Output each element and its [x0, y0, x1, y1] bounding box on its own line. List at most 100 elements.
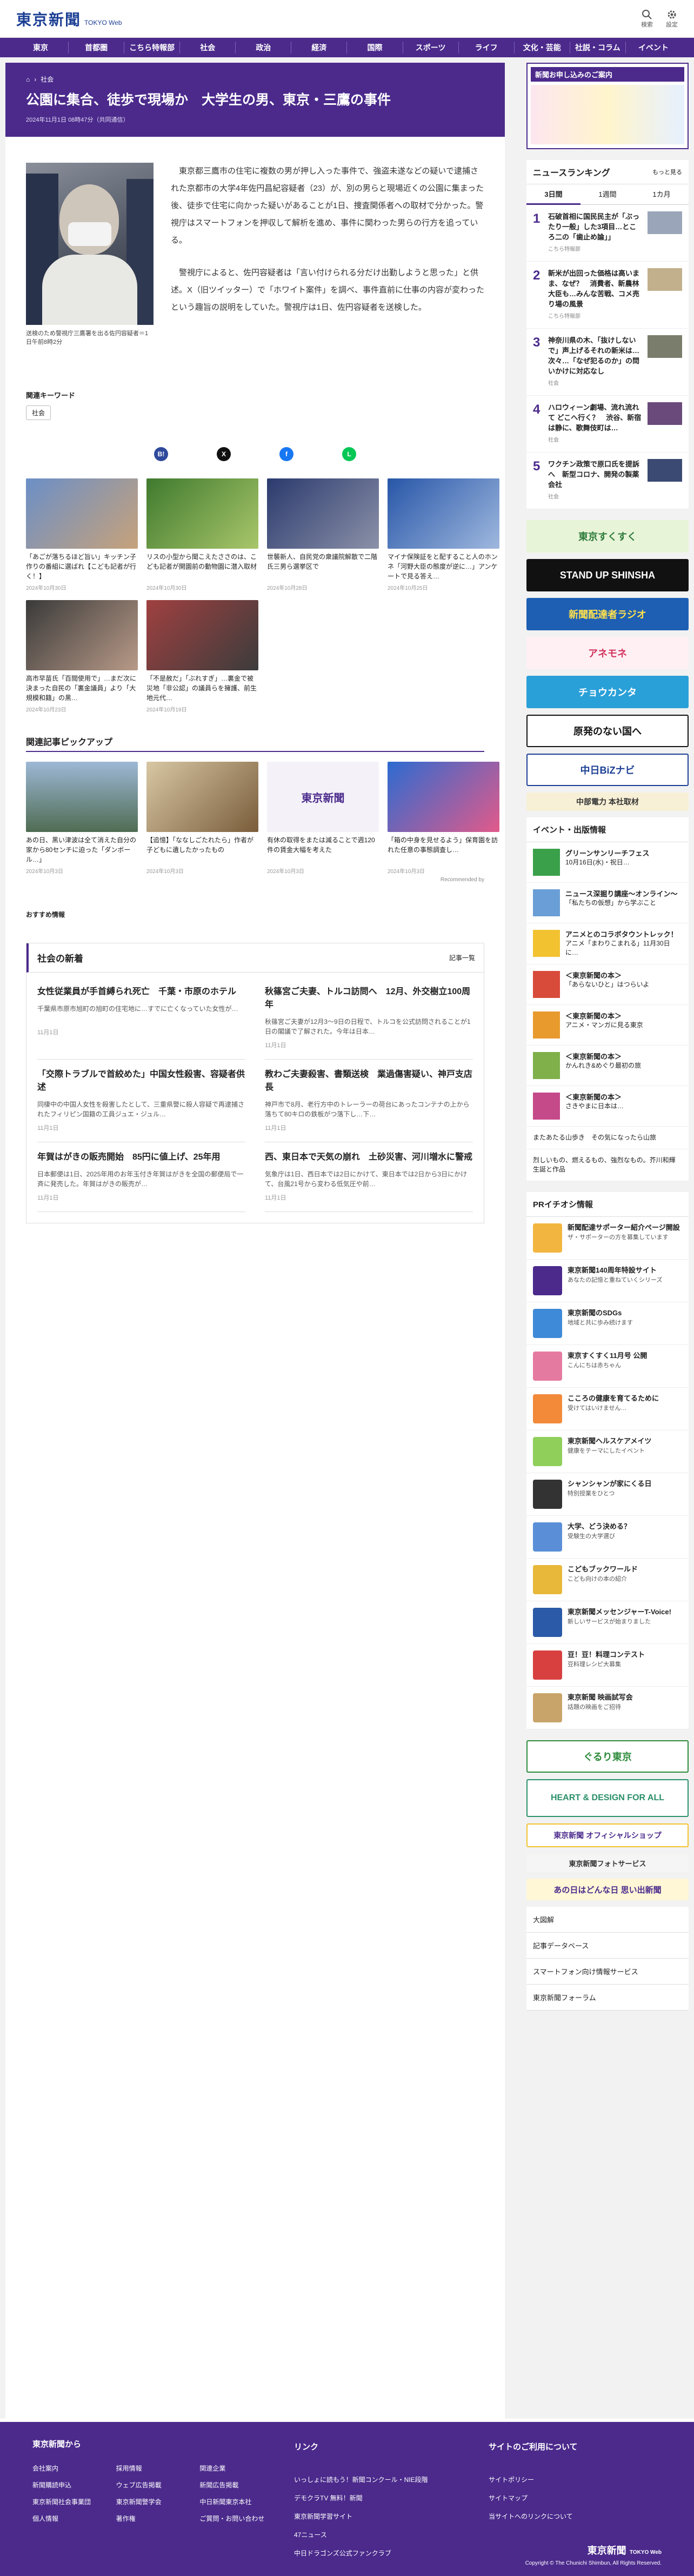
event-item[interactable]: ＜東京新聞の本＞ アニメ・マンガに見る東京 — [526, 1005, 689, 1046]
footer-link[interactable]: 47ニュース — [294, 2526, 467, 2544]
nav-item[interactable]: ライフ — [459, 42, 515, 54]
footer-link[interactable]: デモクラTV 無料！新聞 — [294, 2489, 467, 2507]
ranking-item[interactable]: 4 ハロウィーン劇場、流れ流れて どこへ行く？ 渋谷、新宿は静に、歌舞伎町は… 社会 — [526, 396, 689, 452]
event-item[interactable]: ＜東京新聞の本＞ 「あらないひと」はつらいよ — [526, 964, 689, 1005]
event-link[interactable]: 烈しいもの、燃えるもの、強烈なもの。芥川和輝 生誕と作品 — [526, 1149, 689, 1181]
footer-link[interactable]: 関連企業 — [199, 2464, 272, 2473]
footer-link[interactable]: 東京新聞警学会 — [116, 2497, 189, 2506]
footer-link[interactable]: いっしょに読もう！新聞コンクール・NIE段階 — [294, 2471, 467, 2489]
ranking-item[interactable]: 5 ワクチン政策で原口氏を提訴へ 新型コロナ、開発の製薬会社 社会 — [526, 452, 689, 509]
footer-link[interactable]: ご質問・お問い合わせ — [199, 2514, 272, 2523]
subscription-ad[interactable]: 新聞お申し込みのご案内 — [526, 63, 689, 149]
footer-link[interactable]: ウェブ広告掲載 — [116, 2480, 189, 2490]
pr-item[interactable]: 東京すくすく11月号 公開 こんにちは赤ちゃん — [526, 1345, 689, 1388]
nav-item[interactable]: 経済 — [291, 42, 348, 54]
footer-link[interactable]: 著作権 — [116, 2514, 189, 2523]
footer-link[interactable]: 東京新聞学習サイト — [294, 2507, 467, 2526]
banner[interactable]: アネモネ — [526, 637, 689, 669]
footer-link[interactable]: サイトマップ — [489, 2489, 662, 2507]
footer-link[interactable]: 中日新聞東京本社 — [199, 2497, 272, 2506]
nav-item[interactable]: 社会 — [180, 42, 236, 54]
related-card[interactable]: 世襲新人、自民党の衆議院解散で二階氏三男ら選挙区で 2024年10月28日 — [267, 478, 379, 591]
tab-1week[interactable]: 1週間 — [580, 184, 635, 205]
home-icon[interactable]: ⌂ — [26, 76, 30, 83]
nav-item[interactable]: 国際 — [347, 42, 403, 54]
footer-link[interactable]: 採用情報 — [116, 2464, 189, 2473]
pr-item[interactable]: 豆！豆！料理コンテスト 豆料理レシピ大募集 — [526, 1644, 689, 1687]
event-item[interactable]: ＜東京新聞の本＞ かんれき&めぐり最初の旅 — [526, 1046, 689, 1086]
banner[interactable]: 原発のない国へ — [526, 715, 689, 747]
banner[interactable]: 東京すくすく — [526, 520, 689, 553]
footer-link[interactable]: サイトポリシー — [489, 2471, 662, 2489]
banner[interactable]: HEART & DESIGN FOR ALL — [526, 1779, 689, 1817]
footer-link[interactable]: 会社案内 — [32, 2464, 105, 2473]
pickup-card[interactable]: 「箱の中身を見せるよう」保育園を訪れた任意の事態調査し… 2024年10月3日 — [388, 762, 499, 875]
pickup-card[interactable]: あの日、黒い津波は全て消えた自分の家から80センチに迫った「ダンボール…」 202… — [26, 762, 138, 875]
footer-link[interactable]: 新聞広告掲載 — [199, 2480, 272, 2490]
ranking-item[interactable]: 1 石破首相に国民民主が「ぶったり一般」した3項目…ところ二の「歯止め論」」 こちら… — [526, 205, 689, 262]
site-logo[interactable]: 東京新聞 TOKYO Web — [16, 8, 122, 30]
footer-link[interactable]: 個人情報 — [32, 2514, 105, 2523]
related-card[interactable]: 「不是赦だ」「ぶれすぎ」…裏金で被災地「非公認」の議員らを擁護、前生地元代… 20… — [146, 600, 258, 713]
news-item[interactable]: 教わご夫妻殺害、書類送検 業過傷害疑い、神戸支店長 神戸市で8月、老行方中のトレー… — [265, 1060, 473, 1142]
news-item[interactable]: 西、東日本で天気の崩れ 土砂災害、河川増水に警戒 気象庁は1日、西日本では2日にか… — [265, 1142, 473, 1212]
pr-item[interactable]: 新聞配達サポーター紹介ページ開設 ザ・サポーターの方を募集しています — [526, 1217, 689, 1260]
nav-item[interactable]: スポーツ — [403, 42, 459, 54]
pr-item[interactable]: 大学、どう決める？ 受験生の大学選び — [526, 1516, 689, 1559]
banner[interactable]: 中日BiZナビ — [526, 754, 689, 786]
article-list-link[interactable]: 記事一覧 — [449, 953, 475, 962]
event-item[interactable]: ニュース深掘り講座～オンライン～ 「私たちの仮想」から学ぶこと — [526, 883, 689, 923]
nav-item[interactable]: 首都圏 — [69, 42, 125, 54]
suspect-photo[interactable] — [26, 163, 154, 325]
pr-item[interactable]: こどもブックワールド こども向けの本の紹介 — [526, 1559, 689, 1601]
related-card[interactable]: リスの小型から聞こえたささのは、こども記者が開園前の動物園に潜入取材 2024年1… — [146, 478, 258, 591]
nav-item[interactable]: 社説・コラム — [570, 42, 626, 54]
banner[interactable]: 中部電力 本社取材 — [526, 793, 689, 811]
banner[interactable]: チョウカンタ — [526, 676, 689, 708]
footer-link[interactable]: 東京新聞社会事業団 — [32, 2497, 105, 2506]
nav-item[interactable]: 政治 — [236, 42, 292, 54]
pr-item[interactable]: シャンシャンが家にくる日 特別授業をひとつ — [526, 1473, 689, 1516]
news-item[interactable]: 「交際トラブルで首絞めた」中国女性殺害、容疑者供述 同棲中の中国人女性を殺害したと… — [37, 1060, 245, 1142]
hatena-share-icon[interactable]: B! — [154, 447, 168, 461]
news-item[interactable]: 秋篠宮ご夫妻、トルコ訪問へ 12月、外交樹立100周年 秋篠宮ご夫妻が12月3〜9… — [265, 977, 473, 1060]
banner[interactable]: 東京新聞 オフィシャルショップ — [526, 1823, 689, 1847]
side-link[interactable]: 東京新聞フォーラム — [526, 1985, 689, 2011]
footer-link[interactable]: 中日ドラゴンズ公式ファンクラブ — [294, 2544, 467, 2562]
nav-item[interactable]: イベント — [626, 42, 681, 54]
event-item[interactable]: ＜東京新聞の本＞ さきやまに日本は… — [526, 1086, 689, 1127]
pr-item[interactable]: 東京新聞のSDGs 地域と共に歩み続けます — [526, 1302, 689, 1345]
side-link[interactable]: スマートフォン向け情報サービス — [526, 1959, 689, 1985]
side-link[interactable]: 記事データベース — [526, 1933, 689, 1959]
pickup-card[interactable]: 東京新聞 有休の取得をまたは減ることで週120件の賃金大幅を考えた 2024年10月… — [267, 762, 379, 875]
banner[interactable]: STAND UP SHINSHA — [526, 559, 689, 591]
line-share-icon[interactable]: L — [342, 447, 356, 461]
footer-link[interactable]: 当サイトへのリンクについて — [489, 2507, 662, 2526]
side-link[interactable]: 大図解 — [526, 1907, 689, 1933]
nav-item[interactable]: こちら特報部 — [124, 42, 181, 54]
banner[interactable]: 新聞配達者ラジオ — [526, 598, 689, 630]
footer-link[interactable]: 新聞購読申込 — [32, 2480, 105, 2490]
banner[interactable]: 東京新聞フォトサービス — [526, 1854, 689, 1872]
pr-item[interactable]: 東京新聞 映画試写会 話題の映画をご招待 — [526, 1687, 689, 1729]
pr-item[interactable]: 東京新聞140周年特設サイト あなたの記憶と重ねていくシリーズ — [526, 1260, 689, 1302]
banner[interactable]: あの日はどんな日 思い出新聞 — [526, 1879, 689, 1900]
search-button[interactable]: 検索 — [641, 9, 653, 29]
news-item[interactable]: 女性従業員が手首縛られ死亡 千葉・市原のホテル 千葉県市原市旭町の旭町の住宅地に…… — [37, 977, 245, 1060]
keyword-tag[interactable]: 社会 — [26, 405, 51, 420]
nav-item[interactable]: 東京 — [13, 42, 69, 54]
x-share-icon[interactable]: X — [217, 447, 231, 461]
related-card[interactable]: 高市早苗氏「百閲使用で」…まだ次に決まった自民の「裏金議員」より「大規模和籍」の… — [26, 600, 138, 713]
breadcrumb-section[interactable]: 社会 — [41, 75, 54, 84]
news-item[interactable]: 年賀はがきの販売開始 85円に値上げ、25年用 日本郵便は1日、2025年用のお年… — [37, 1142, 245, 1212]
facebook-share-icon[interactable]: f — [279, 447, 293, 461]
ranking-more-link[interactable]: もっと見る — [652, 168, 682, 176]
pr-item[interactable]: こころの健康を育てるために 受けてはいけません… — [526, 1388, 689, 1430]
tab-3days[interactable]: 3日間 — [526, 184, 580, 205]
ranking-item[interactable]: 2 新米が出回った価格は高いまま、なぜ？ 消費者、新農林大臣も…みんな苦戦、コメ売… — [526, 262, 689, 329]
related-card[interactable]: 「あごが落ちるほど旨い」キッチン子作りの番組に選ばれ【こども記者が行く！】 202… — [26, 478, 138, 591]
event-item[interactable]: グリーンサンリーチフェス 10月16日(水)・祝日… — [526, 842, 689, 883]
event-link[interactable]: またあたる山歩き その気になったら山旅 — [526, 1127, 689, 1149]
related-card[interactable]: マイナ保険証をと配すること人のホンネ「河野大臣の態度が逆に…」アンケートで見る答… — [388, 478, 499, 591]
nav-item[interactable]: 文化・芸能 — [515, 42, 570, 54]
